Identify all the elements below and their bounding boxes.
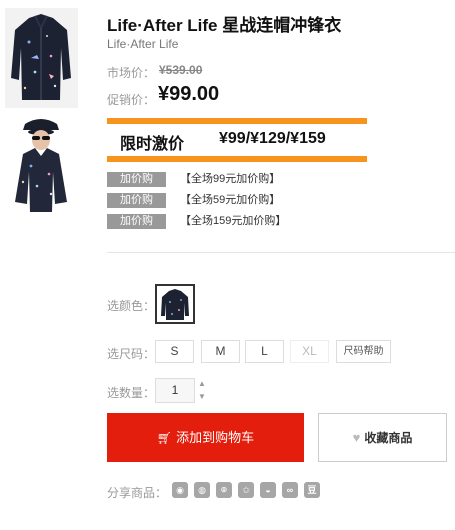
market-price-label: 市场价： [107, 66, 156, 80]
renren-icon[interactable]: ∞ [282, 482, 298, 498]
size-option-l[interactable]: L [245, 340, 284, 363]
quantity-label: 选数量： [107, 386, 156, 400]
wechat-icon[interactable]: ◍ [194, 482, 210, 498]
banner-prices: ¥99/¥129/¥159 [219, 130, 326, 147]
size-label: 选尺码： [107, 347, 156, 361]
promo-price-label: 促销价： [107, 93, 156, 107]
qzone-icon[interactable]: ✩ [238, 482, 254, 498]
quantity-stepper[interactable]: ▲ ▼ [195, 378, 209, 403]
color-swatch-selected[interactable] [155, 284, 195, 324]
product-title: Life·After Life 星战连帽冲锋衣 [107, 16, 342, 35]
size-option-xl[interactable]: XL [290, 340, 329, 363]
product-thumbnail-jacket[interactable] [5, 8, 78, 108]
color-label: 选颜色： [107, 299, 156, 313]
favorite-button[interactable]: ♥ 收藏商品 [318, 413, 447, 462]
section-divider [107, 252, 455, 253]
share-label: 分享商品： [107, 486, 168, 500]
cart-icon: 🛒︎ [156, 431, 173, 445]
flash-sale-banner[interactable]: 限时激价 ¥99/¥129/¥159 [107, 118, 367, 162]
promo-price: ¥99.00 [158, 83, 220, 105]
pengyou-icon[interactable]: ⌾ [216, 482, 232, 498]
promotion-desc[interactable]: 【全场159元加价购】 [180, 214, 286, 229]
size-help-button[interactable]: 尺码帮助 [336, 340, 391, 363]
size-option-s[interactable]: S [155, 340, 194, 363]
jacket-image [5, 8, 78, 108]
heart-icon: ♥ [352, 430, 361, 445]
promotion-tag: 加价购 [107, 172, 166, 187]
product-brand: Life·After Life [107, 37, 179, 51]
promotion-tag: 加价购 [107, 214, 166, 229]
promotion-tag: 加价购 [107, 193, 166, 208]
chevron-up-icon[interactable]: ▲ [195, 378, 209, 390]
favorite-label: 收藏商品 [364, 431, 413, 445]
add-to-cart-button[interactable]: 🛒︎ 添加到购物车 [107, 413, 304, 462]
market-price: ¥539.00 [159, 63, 203, 77]
promotion-desc[interactable]: 【全场59元加价购】 [180, 193, 280, 208]
add-to-cart-label: 添加到购物车 [176, 430, 255, 445]
qq-icon[interactable]: ◒ [260, 482, 276, 498]
douban-icon[interactable]: 豆 [304, 482, 320, 498]
weibo-icon[interactable]: ◉ [172, 482, 188, 498]
quantity-input[interactable]: 1 [155, 378, 195, 403]
chevron-down-icon[interactable]: ▼ [195, 391, 209, 403]
banner-label: 限时激价 [120, 136, 185, 153]
promotion-desc[interactable]: 【全场99元加价购】 [180, 172, 280, 187]
swatch-jacket-image [161, 289, 189, 320]
product-thumbnail-model[interactable] [5, 112, 78, 212]
size-option-m[interactable]: M [201, 340, 240, 363]
model-image [5, 112, 78, 212]
